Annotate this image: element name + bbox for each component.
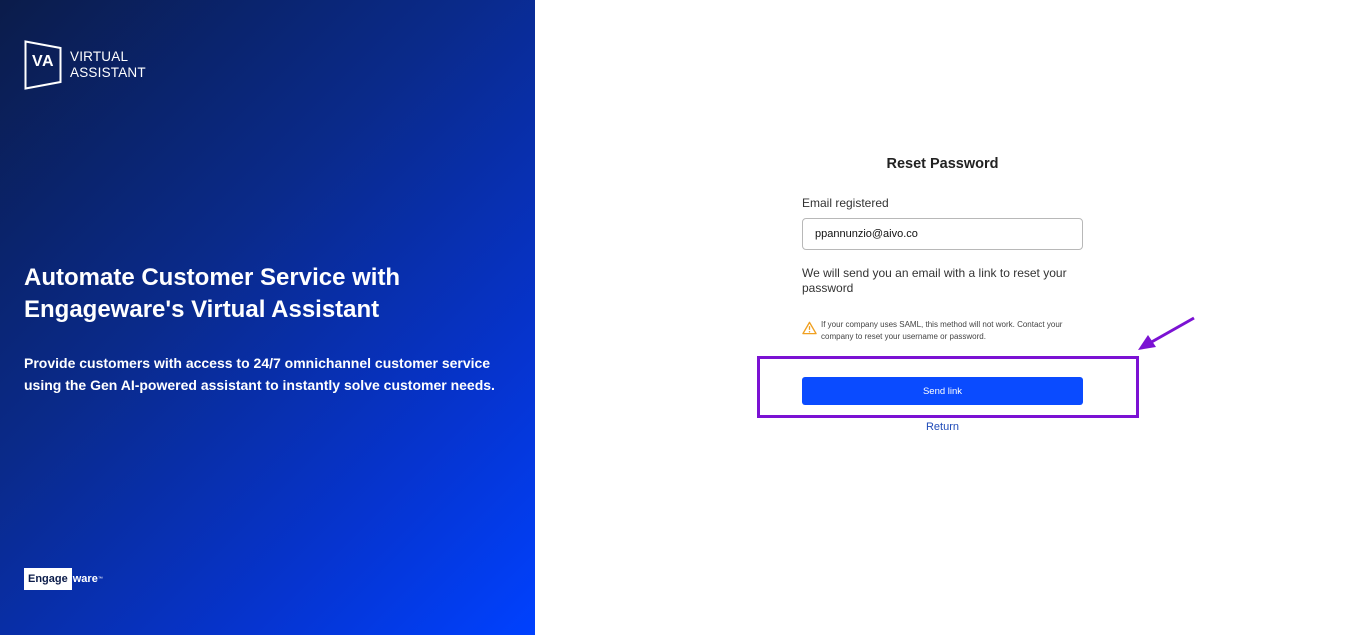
brand-line-1: VIRTUAL [70, 49, 129, 64]
warning-triangle-icon [802, 321, 817, 335]
hero-title: Automate Customer Service with Engagewar… [24, 264, 401, 323]
hero-subtitle: Provide customers with access to 24/7 om… [24, 355, 495, 393]
va-mark-text: VA [31, 53, 55, 70]
virtual-assistant-logo: VA VIRTUAL ASSISTANT [24, 40, 146, 90]
form-title: Reset Password [886, 156, 999, 172]
va-logo-icon: VA [24, 40, 62, 90]
warning-text: If your company uses SAML, this method w… [821, 320, 1063, 341]
reset-password-page: VA VIRTUAL ASSISTANT Automate Customer S… [0, 0, 1349, 635]
info-text: We will send you an email with a link to… [802, 266, 1067, 295]
brand-name: VIRTUAL ASSISTANT [70, 49, 146, 81]
marketing-panel: VA VIRTUAL ASSISTANT Automate Customer S… [0, 0, 535, 635]
trademark-symbol: ™ [97, 576, 103, 582]
annotation-arrow-icon [1138, 316, 1195, 350]
email-label: Email registered [802, 196, 889, 210]
engageware-logo: Engage ware ™ [24, 568, 103, 590]
brand-line-2: ASSISTANT [70, 65, 146, 80]
annotation-highlight-box [757, 356, 1139, 418]
email-field[interactable] [802, 218, 1083, 250]
engageware-logo-rest: ware [72, 573, 98, 585]
return-link[interactable]: Return [802, 421, 1083, 433]
saml-warning: If your company uses SAML, this method w… [802, 319, 1092, 343]
engageware-logo-box: Engage [24, 568, 72, 590]
